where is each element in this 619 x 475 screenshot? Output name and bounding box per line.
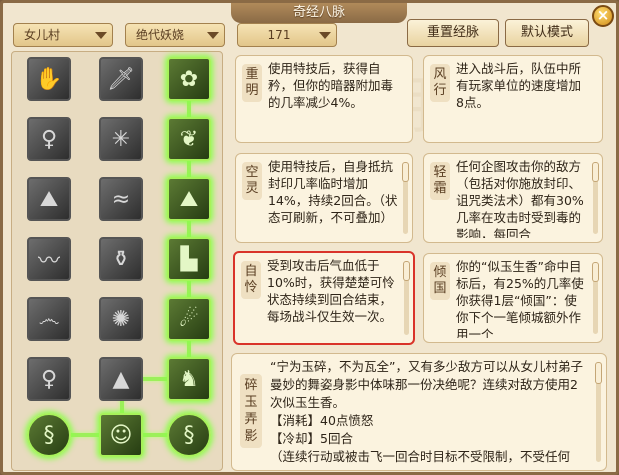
talent-name: 风行 [430, 64, 450, 102]
school-dropdown-value: 女儿村 [24, 28, 61, 42]
handshake-icon[interactable]: ✋ [27, 57, 71, 101]
skill-detail-cost: 【消耗】40点愤怒 [270, 413, 374, 428]
meridian-window: 奇经八脉 × 女儿村 绝代妖娆 171 重置经脉 默认模式 ✋ ♀ ⛰ 〰 ෴ … [0, 0, 619, 475]
talent-card-kongling[interactable]: 空灵 使用特技后，自身抵抗封印几率临时增加14%，持续2回合。（状态可刷新，不可… [235, 153, 413, 243]
talent-text: 任何企图攻击你的敌方（包括对你施放封印、诅咒类法术）都有30%几率在攻击时受到毒… [456, 159, 584, 238]
scrollbar-thumb[interactable] [592, 162, 599, 182]
crouch-figure-icon[interactable]: ♞ [167, 357, 211, 401]
talent-card-zhongming[interactable]: 重明 使用特技后，获得自矜，但你的暗器附加毒的几率减少4%。 [235, 55, 413, 143]
window-title: 奇经八脉 [231, 3, 407, 23]
detail-scrollbar[interactable] [595, 362, 602, 462]
landscape-icon[interactable]: ⛰ [167, 177, 211, 221]
sun-icon[interactable]: ✺ [99, 297, 143, 341]
talent-text: 受到攻击后气血低于10%时，获得楚楚可怜状态持续到回合结束，每场战斗仅生效一次。 [267, 258, 395, 324]
cliff-icon[interactable]: ▙ [167, 237, 211, 281]
talent-name: 重明 [242, 64, 262, 102]
rocks-icon[interactable]: ▲ [99, 357, 143, 401]
school-dropdown[interactable]: 女儿村 [13, 23, 113, 47]
talent-card-zilian-selected[interactable]: 自怜 受到攻击后气血低于10%时，获得楚楚可怜状态持续到回合结束，每场战斗仅生效… [233, 251, 415, 345]
scrollbar-thumb[interactable] [402, 162, 409, 182]
card-scrollbar[interactable] [402, 162, 409, 234]
points-dropdown[interactable]: 171 [237, 23, 337, 47]
talent-text: 进入战斗后，队伍中所有玩家单位的速度增加8点。 [456, 61, 582, 110]
dancer-icon[interactable]: ☄ [167, 297, 211, 341]
ocean-wave-icon[interactable]: 〰 [27, 237, 71, 281]
swirl-wave-icon[interactable]: ෴ [27, 297, 71, 341]
reset-meridian-button[interactable]: 重置经脉 [407, 19, 499, 47]
lady-icon[interactable]: ♀ [27, 117, 71, 161]
talent-name: 空灵 [242, 162, 262, 200]
leaf-icon[interactable]: ❦ [167, 117, 211, 161]
dagger-icon[interactable]: 🗡 [99, 57, 143, 101]
flower-icon[interactable]: ✿ [167, 57, 211, 101]
close-icon[interactable]: × [592, 5, 614, 27]
pot-icon[interactable]: ⚱ [99, 237, 143, 281]
scrollbar-thumb[interactable] [592, 262, 599, 282]
dragon-icon[interactable]: § [27, 413, 71, 457]
chevron-down-icon [95, 32, 107, 39]
talent-text: 你的“似玉生香”命中目标后，有25%的几率使你获得1层“倾国”：使你下个一笔倾城… [456, 259, 584, 338]
skill-detail-text: “宁为玉碎，不为瓦全”，又有多少敌方可以从女儿村弟子曼妙的舞姿身影中体味那一份决… [270, 359, 583, 410]
points-dropdown-value: 171 [267, 28, 291, 42]
skill-detail-extra: （连续行动或被击飞一回合时目标不受限制，不受任何 [270, 449, 571, 464]
skill-detail-cooldown: 【冷却】5回合 [270, 431, 353, 446]
skill-detail-name: 碎玉弄影 [240, 374, 262, 448]
default-mode-button[interactable]: 默认模式 [505, 19, 589, 47]
card-scrollbar[interactable] [592, 262, 599, 334]
skill-dropdown-value: 绝代妖娆 [136, 28, 185, 42]
talent-text: 使用特技后，获得自矜，但你的暗器附加毒的几率减少4%。 [268, 61, 394, 110]
scrollbar-thumb[interactable] [595, 362, 602, 384]
scrollbar-thumb[interactable] [403, 261, 410, 281]
talent-card-qingshuang[interactable]: 轻霜 任何企图攻击你的敌方（包括对你施放封印、诅咒类法术）都有30%几率在攻击时… [423, 153, 603, 243]
talent-name: 轻霜 [430, 162, 450, 200]
card-scrollbar[interactable] [403, 261, 410, 335]
talent-text: 使用特技后，自身抵抗封印几率临时增加14%，持续2回合。（状态可刷新，不可叠加） [268, 159, 398, 225]
chevron-down-icon [319, 32, 331, 39]
skill-detail-body: “宁为玉碎，不为瓦全”，又有多少敌方可以从女儿村弟子曼妙的舞姿身影中体味那一份决… [270, 358, 590, 468]
card-scrollbar[interactable] [592, 162, 599, 234]
skill-detail-panel: 碎玉弄影 “宁为玉碎，不为瓦全”，又有多少敌方可以从女儿村弟子曼妙的舞姿身影中体… [231, 353, 607, 471]
talent-card-qingguo[interactable]: 倾国 你的“似玉生香”命中目标后，有25%的几率使你获得1层“倾国”：使你下个一… [423, 253, 603, 343]
talent-name: 倾国 [430, 262, 450, 300]
skill-dropdown[interactable]: 绝代妖娆 [125, 23, 225, 47]
talent-card-fengxing[interactable]: 风行 进入战斗后，队伍中所有玩家单位的速度增加8点。 [423, 55, 603, 143]
chevron-down-icon [207, 32, 219, 39]
lady-robe-icon[interactable]: ♀ [27, 357, 71, 401]
dragon-swirl-icon[interactable]: § [167, 413, 211, 457]
mountain-icon[interactable]: ⛰ [27, 177, 71, 221]
wave-icon[interactable]: ≈ [99, 177, 143, 221]
portrait-icon[interactable]: ☺ [99, 413, 143, 457]
spider-icon[interactable]: ✳ [99, 117, 143, 161]
path-link-horizontal [71, 433, 99, 437]
talent-name: 自怜 [241, 261, 261, 299]
